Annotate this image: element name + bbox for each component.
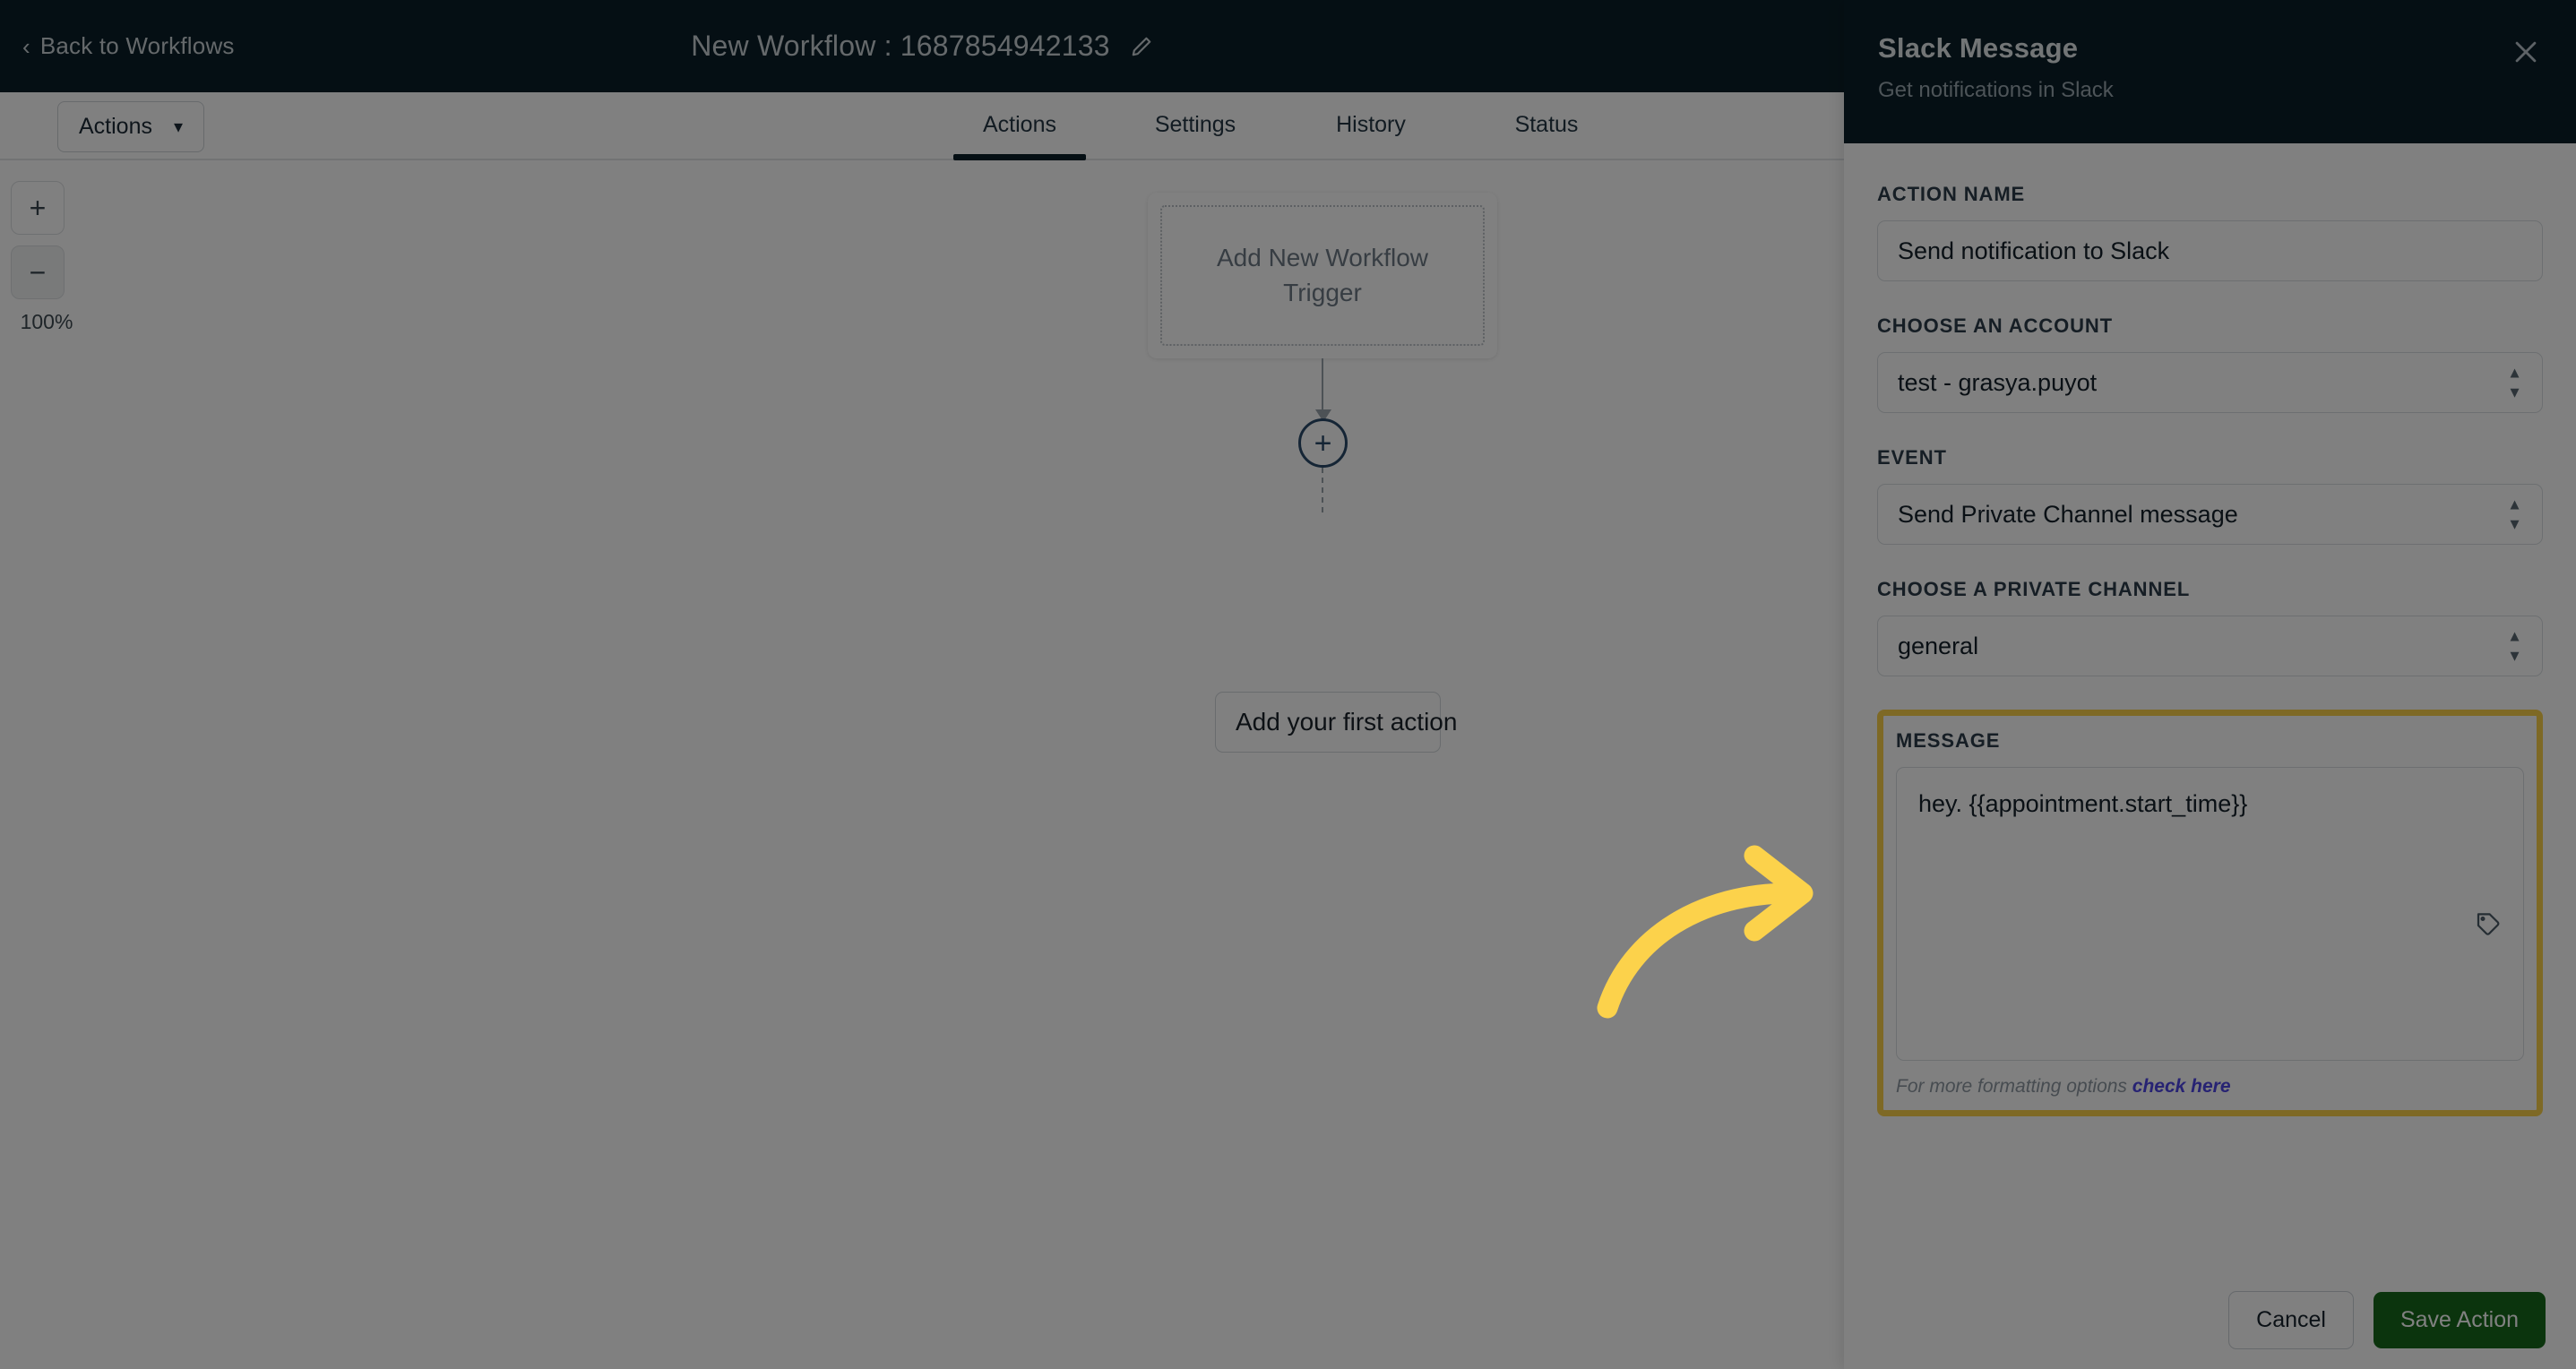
page-title: New Workflow : 1687854942133 bbox=[691, 30, 1110, 62]
tab-actions[interactable]: Actions bbox=[932, 92, 1107, 160]
panel-body: ACTION NAME Send notification to Slack C… bbox=[1844, 143, 2576, 1270]
panel-title: Slack Message bbox=[1878, 32, 2079, 64]
add-first-action-button[interactable]: Add your first action bbox=[1215, 692, 1457, 753]
panel-subtitle: Get notifications in Slack bbox=[1878, 78, 2114, 102]
slack-message-panel: Slack Message Get notifications in Slack… bbox=[1844, 0, 2576, 1369]
message-label: MESSAGE bbox=[1896, 729, 2001, 752]
save-action-button[interactable]: Save Action bbox=[2373, 1291, 2546, 1348]
connector-line-bottom bbox=[1322, 468, 1323, 512]
tab-status-label: Status bbox=[1514, 112, 1579, 137]
message-help-link[interactable]: check here bbox=[2132, 1076, 2231, 1097]
event-select[interactable]: Send Private Channel message ▲ ▼ bbox=[1877, 484, 2543, 545]
field-event: EVENT Send Private Channel message ▲ ▼ bbox=[1877, 446, 2543, 545]
app-root: ‹ Back to Workflows New Workflow : 16878… bbox=[0, 0, 2576, 1369]
plus-icon: + bbox=[29, 192, 47, 224]
chevron-updown-icon: ▲ ▼ bbox=[2507, 627, 2522, 665]
action-name-input[interactable]: Send notification to Slack bbox=[1877, 220, 2543, 281]
tab-strip: Actions ▾ Actions Settings History Statu… bbox=[0, 92, 1844, 160]
actions-dropdown-label: Actions bbox=[79, 114, 152, 139]
chevron-down-icon: ▾ bbox=[173, 117, 184, 137]
workflow-canvas[interactable]: + − 100% Add New Workflow Trigger + Add … bbox=[0, 160, 1844, 1369]
zoom-in-button[interactable]: + bbox=[11, 181, 65, 235]
minus-icon: − bbox=[29, 256, 47, 288]
panel-header: Slack Message Get notifications in Slack bbox=[1844, 0, 2576, 143]
message-value: hey. {{appointment.start_time}} bbox=[1918, 790, 2248, 817]
tab-history[interactable]: History bbox=[1283, 92, 1459, 160]
message-help-label: For more formatting options bbox=[1896, 1076, 2127, 1097]
account-label: CHOOSE AN ACCOUNT bbox=[1877, 314, 2114, 337]
private-channel-value: general bbox=[1898, 632, 1979, 659]
plus-circle-icon: + bbox=[1314, 426, 1332, 461]
panel-footer: Cancel Save Action bbox=[1844, 1270, 2576, 1369]
field-account: CHOOSE AN ACCOUNT test - grasya.puyot ▲ ▼ bbox=[1877, 314, 2543, 413]
chevron-updown-icon: ▲ ▼ bbox=[2507, 495, 2522, 533]
action-name-label: ACTION NAME bbox=[1877, 183, 2026, 205]
add-new-workflow-trigger-label: Add New Workflow Trigger bbox=[1216, 243, 1428, 306]
private-channel-label: CHOOSE A PRIVATE CHANNEL bbox=[1877, 578, 2191, 600]
add-new-workflow-trigger-button[interactable]: Add New Workflow Trigger bbox=[1160, 205, 1485, 346]
connector-line-top bbox=[1322, 358, 1323, 416]
account-select[interactable]: test - grasya.puyot ▲ ▼ bbox=[1877, 352, 2543, 413]
tab-history-label: History bbox=[1336, 112, 1406, 137]
pencil-icon[interactable] bbox=[1130, 35, 1153, 58]
workflow-trigger-card[interactable]: Add New Workflow Trigger bbox=[1148, 193, 1497, 358]
message-textarea[interactable]: hey. {{appointment.start_time}} bbox=[1896, 767, 2524, 1061]
zoom-level-label: 100% bbox=[20, 310, 73, 333]
message-field-highlight: MESSAGE hey. {{appointment.start_time}} … bbox=[1877, 710, 2543, 1116]
tabs: Actions Settings History Status bbox=[932, 92, 1634, 160]
add-step-button[interactable]: + bbox=[1298, 418, 1348, 468]
add-first-action-label: Add your first action bbox=[1236, 708, 1458, 736]
close-icon[interactable] bbox=[2503, 29, 2549, 75]
message-help-text: For more formatting options check here bbox=[1896, 1076, 2524, 1098]
tab-settings-label: Settings bbox=[1154, 112, 1236, 137]
actions-dropdown[interactable]: Actions ▾ bbox=[57, 101, 205, 152]
zoom-controls: + − 100% bbox=[11, 181, 82, 334]
account-value: test - grasya.puyot bbox=[1898, 368, 2098, 396]
tag-icon[interactable] bbox=[2475, 910, 2502, 945]
chevron-updown-icon: ▲ ▼ bbox=[2507, 364, 2522, 401]
event-label: EVENT bbox=[1877, 446, 1947, 469]
tab-status[interactable]: Status bbox=[1459, 92, 1634, 160]
workflow-flow: Add New Workflow Trigger + Add your firs… bbox=[1148, 193, 1497, 753]
cancel-button[interactable]: Cancel bbox=[2228, 1290, 2354, 1349]
event-value: Send Private Channel message bbox=[1898, 500, 2238, 528]
zoom-out-button[interactable]: − bbox=[11, 245, 65, 299]
private-channel-select[interactable]: general ▲ ▼ bbox=[1877, 616, 2543, 676]
field-action-name: ACTION NAME Send notification to Slack bbox=[1877, 183, 2543, 281]
action-name-value: Send notification to Slack bbox=[1898, 237, 2170, 264]
tab-actions-label: Actions bbox=[983, 112, 1056, 137]
workflow-title-group: New Workflow : 1687854942133 bbox=[0, 0, 1844, 92]
field-private-channel: CHOOSE A PRIVATE CHANNEL general ▲ ▼ bbox=[1877, 578, 2543, 676]
tab-settings[interactable]: Settings bbox=[1107, 92, 1283, 160]
